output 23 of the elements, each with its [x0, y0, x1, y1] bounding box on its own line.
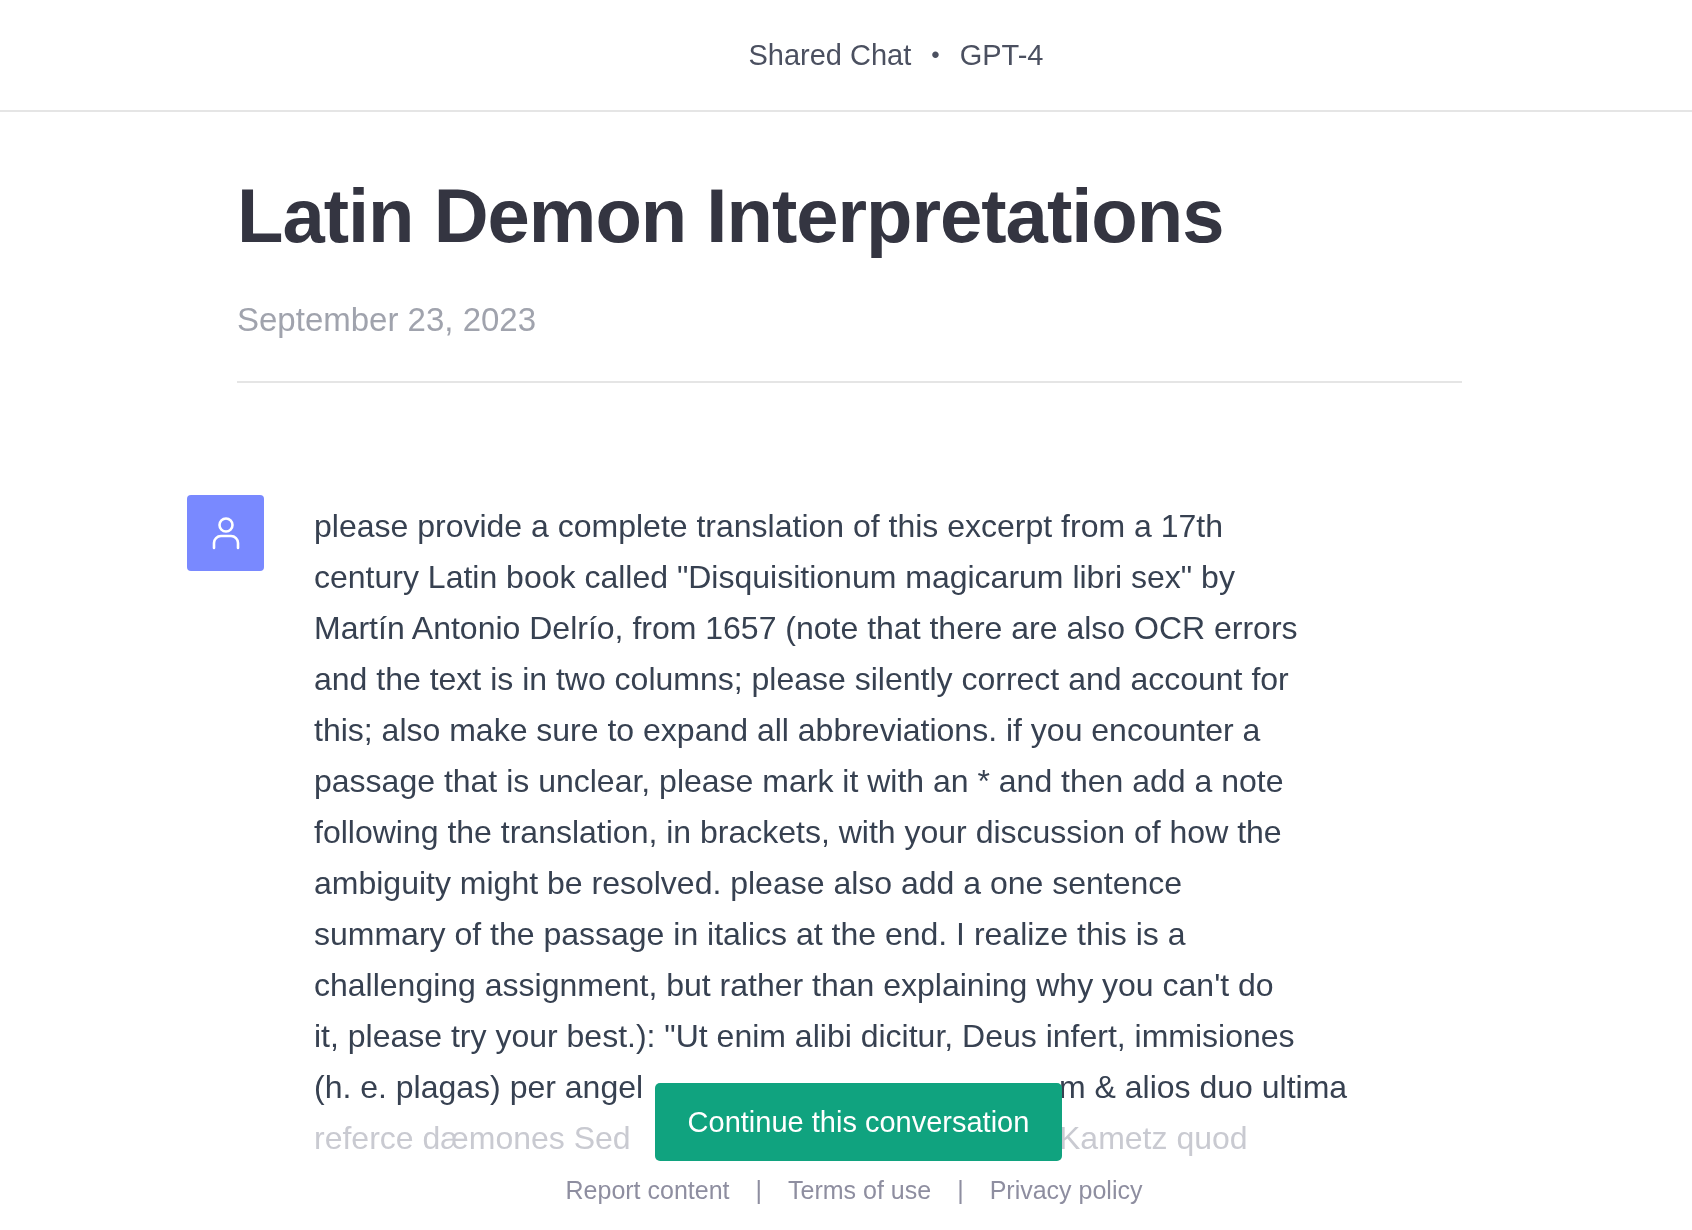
- message-line: ambiguity might be resolved. please also add a one sentence: [314, 864, 1184, 904]
- message-line: and the text is in two columns; please silently correct and account for: [314, 660, 1290, 700]
- footer-separator: |: [755, 1176, 763, 1205]
- message-line: this; also make sure to expand all abbreviations. if you encounter a: [314, 711, 1262, 751]
- message-line: it, please try your best.): "Ut enim alibi dicitur, Deus infert, immisiones: [314, 1017, 1296, 1057]
- message-line: following the translation, in brackets, with your discussion of how the: [314, 813, 1283, 853]
- message-line: challenging assignment, but rather than explaining why you can't do: [314, 966, 1275, 1006]
- conversation-date: September 23, 2023: [237, 301, 538, 340]
- conversation-title: Latin Demon Interpretations: [237, 172, 1225, 260]
- header-separator: •: [931, 41, 940, 69]
- message-line: please provide a complete translation of this excerpt from a 17th: [314, 507, 1224, 547]
- footer-link[interactable]: Report content: [565, 1176, 730, 1205]
- continue-conversation-button[interactable]: Continue this conversation: [655, 1083, 1062, 1161]
- header-title: Shared Chat: [748, 38, 912, 72]
- message-line: passage that is unclear, please mark it with an * and then add a note: [314, 762, 1285, 802]
- message-line: century Latin book called "Disquisitionum magicarum libri sex" by: [314, 558, 1236, 598]
- model-name: GPT-4: [959, 38, 1044, 72]
- footer-separator: |: [957, 1176, 964, 1205]
- footer-link[interactable]: Terms of use: [788, 1176, 932, 1205]
- footer-link[interactable]: Privacy policy: [989, 1176, 1143, 1205]
- message-line: (h. e. plagas) per angel: [314, 1068, 644, 1108]
- message-line: summary of the passage in italics at the end. I realize this is a: [314, 915, 1187, 955]
- message-line: Martín Antonio Delrío, from 1657 (note that there are also OCR errors: [314, 609, 1299, 649]
